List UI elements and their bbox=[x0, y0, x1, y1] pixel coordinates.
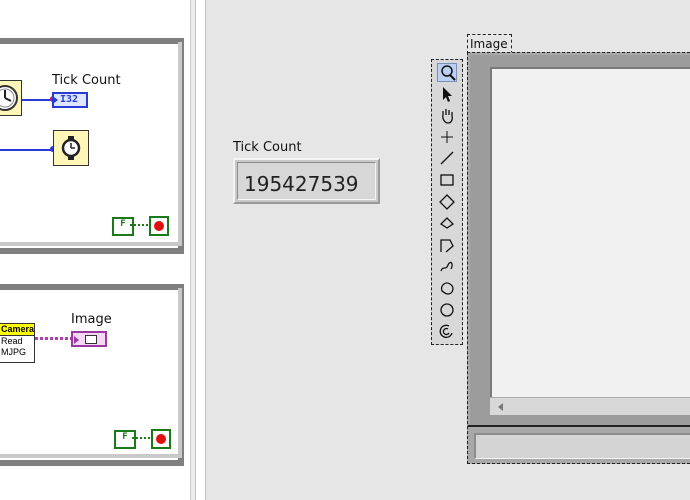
image-label-box: Image bbox=[467, 34, 512, 54]
image-tool-palette bbox=[431, 59, 463, 345]
image-display-frame bbox=[467, 52, 690, 464]
image-indicator-terminal[interactable] bbox=[71, 331, 107, 347]
freehand-icon[interactable] bbox=[437, 257, 457, 276]
horizontal-scrollbar[interactable] bbox=[490, 397, 690, 415]
freehand-region-icon[interactable] bbox=[437, 279, 457, 298]
image-display-area[interactable] bbox=[490, 67, 690, 397]
oval-icon[interactable] bbox=[437, 301, 457, 320]
annulus-icon[interactable] bbox=[437, 322, 457, 341]
pan-icon[interactable] bbox=[437, 106, 457, 125]
line-icon[interactable] bbox=[437, 149, 457, 168]
camera-header: Camera bbox=[0, 324, 35, 336]
i32-type-label: I32 bbox=[60, 94, 79, 105]
block-diagram-pane[interactable]: Tick Count I32 F Camera Read MJPG Image … bbox=[0, 0, 190, 500]
loop-condition-stop[interactable] bbox=[151, 429, 171, 449]
image-indicator-label: Image bbox=[71, 312, 112, 327]
rectangle-icon[interactable] bbox=[437, 171, 457, 190]
front-panel[interactable]: Tick Count 195427539 Image bbox=[207, 0, 690, 500]
tick-count-indicator-terminal[interactable]: I32 bbox=[52, 92, 88, 108]
loop-condition-stop[interactable] bbox=[149, 216, 169, 236]
broken-line-icon[interactable] bbox=[437, 236, 457, 255]
crosshair-icon[interactable] bbox=[437, 128, 457, 147]
wait-function-icon[interactable] bbox=[53, 130, 89, 166]
pointer-icon[interactable] bbox=[437, 85, 457, 104]
camera-read-mjpg-vi[interactable]: Camera Read MJPG bbox=[0, 323, 35, 363]
camera-read-label: Read bbox=[1, 336, 23, 346]
camera-mjpg-label: MJPG bbox=[1, 347, 27, 357]
window-splitter-edge[interactable] bbox=[195, 0, 206, 500]
tick-count-indicator-label: Tick Count bbox=[52, 73, 121, 88]
image-label: Image bbox=[470, 37, 508, 51]
tick-count-function-icon[interactable] bbox=[0, 80, 22, 116]
tick-count-value: 195427539 bbox=[244, 172, 359, 196]
tick-count-label: Tick Count bbox=[233, 140, 302, 155]
rotated-rectangle-icon[interactable] bbox=[437, 193, 457, 212]
false-constant[interactable]: F bbox=[112, 217, 134, 236]
image-status-bar bbox=[474, 433, 690, 459]
polygon-icon[interactable] bbox=[437, 214, 457, 233]
zoom-icon[interactable] bbox=[437, 63, 457, 82]
scroll-left-icon[interactable] bbox=[498, 403, 503, 411]
tick-count-indicator: 195427539 bbox=[233, 158, 380, 204]
false-constant[interactable]: F bbox=[114, 430, 136, 449]
